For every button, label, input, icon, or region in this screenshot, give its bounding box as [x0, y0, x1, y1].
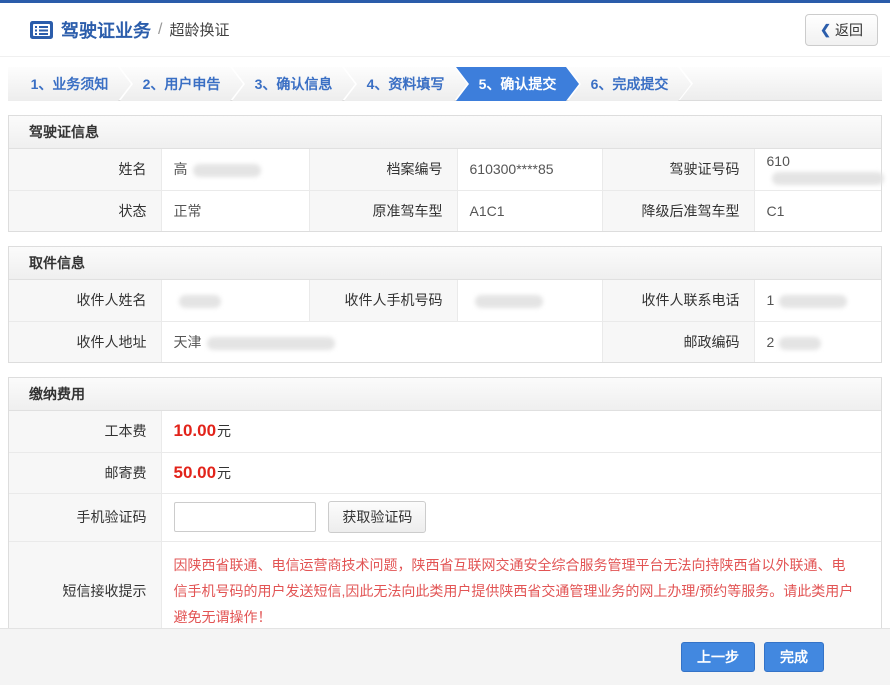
- field-label-sms-notice: 短信接收提示: [9, 541, 161, 640]
- steps-filler: [680, 67, 882, 100]
- sms-notice-text: 因陕西省联通、电信运营商技术问题，陕西省互联网交通安全综合服务管理平台无法向持陕…: [161, 541, 881, 640]
- table-row: 收件人姓名 收件人手机号码 收件人联系电话 1: [9, 280, 881, 321]
- value-text: 610300****85: [470, 161, 554, 177]
- table-row: 姓名 高 档案编号 610300****85 驾驶证号码 610: [9, 149, 881, 190]
- value-text: 天津: [174, 334, 202, 350]
- field-label-downgraded-class: 降级后准驾车型: [602, 190, 754, 231]
- footer-bar: 上一步 完成: [0, 628, 890, 685]
- fee-amount: 50.00: [174, 463, 217, 482]
- value-text: A1C1: [470, 203, 505, 219]
- previous-step-button[interactable]: 上一步: [681, 642, 755, 672]
- table-row: 收件人地址 天津 邮政编码 2: [9, 321, 881, 362]
- field-label-license-number: 驾驶证号码: [602, 149, 754, 190]
- field-value-recipient-name: [161, 280, 309, 321]
- field-value-postage-fee: 50.00元: [161, 452, 881, 493]
- value-text: 2: [767, 334, 775, 350]
- step-tab-6[interactable]: 6、完成提交: [568, 67, 691, 101]
- fee-unit: 元: [217, 465, 231, 481]
- field-label-postal-code: 邮政编码: [602, 321, 754, 362]
- redacted-value: [772, 172, 884, 185]
- field-value-recipient-phone: 1: [754, 280, 881, 321]
- redacted-value: [207, 337, 335, 350]
- sms-code-input[interactable]: [174, 502, 316, 532]
- step-tab-4[interactable]: 4、资料填写: [344, 67, 467, 101]
- field-value-recipient-mobile: [457, 280, 602, 321]
- redacted-value: [179, 295, 221, 308]
- table-row: 状态 正常 原准驾车型 A1C1 降级后准驾车型 C1: [9, 190, 881, 231]
- section-title-fees: 缴纳费用: [9, 378, 881, 411]
- step-tab-2[interactable]: 2、用户申告: [120, 67, 243, 101]
- redacted-value: [779, 295, 847, 308]
- field-label-recipient-phone: 收件人联系电话: [602, 280, 754, 321]
- section-title-pickup: 取件信息: [9, 247, 881, 280]
- fees-table: 工本费 10.00元 邮寄费 50.00元 手机验证码 获取验证码 短信接收提示…: [9, 411, 881, 640]
- field-label-status: 状态: [9, 190, 161, 231]
- redacted-value: [193, 164, 261, 177]
- back-button-label: 返回: [835, 20, 863, 40]
- page-subtitle: 超龄换证: [169, 19, 229, 40]
- field-label-recipient-name: 收件人姓名: [9, 280, 161, 321]
- get-sms-code-button[interactable]: 获取验证码: [328, 501, 426, 533]
- value-text: 1: [767, 292, 775, 308]
- field-label-postage-fee: 邮寄费: [9, 452, 161, 493]
- section-fees: 缴纳费用 工本费 10.00元 邮寄费 50.00元 手机验证码 获取验证码 短…: [8, 377, 882, 641]
- table-row: 手机验证码 获取验证码: [9, 493, 881, 541]
- field-label-sms-code: 手机验证码: [9, 493, 161, 541]
- section-license-info: 驾驶证信息 姓名 高 档案编号 610300****85 驾驶证号码 610 状…: [8, 115, 882, 232]
- field-sms-code: 获取验证码: [161, 493, 881, 541]
- field-value-status: 正常: [161, 190, 309, 231]
- table-row: 短信接收提示 因陕西省联通、电信运营商技术问题，陕西省互联网交通安全综合服务管理…: [9, 541, 881, 640]
- step-tab-1[interactable]: 1、业务须知: [8, 67, 131, 101]
- field-value-recipient-address: 天津: [161, 321, 602, 362]
- fee-amount: 10.00: [174, 421, 217, 440]
- step-progress-bar: 1、业务须知 2、用户申告 3、确认信息 4、资料填写 5、确认提交 6、完成提…: [8, 67, 882, 101]
- field-value-production-fee: 10.00元: [161, 411, 881, 452]
- field-value-file-number: 610300****85: [457, 149, 602, 190]
- field-label-recipient-address: 收件人地址: [9, 321, 161, 362]
- step-tab-5-active[interactable]: 5、确认提交: [456, 67, 579, 101]
- value-text: C1: [767, 203, 785, 219]
- redacted-value: [779, 337, 821, 350]
- field-value-name: 高: [161, 149, 309, 190]
- field-value-postal-code: 2: [754, 321, 881, 362]
- redacted-value: [475, 295, 543, 308]
- table-row: 邮寄费 50.00元: [9, 452, 881, 493]
- chevron-left-icon: ❮: [820, 22, 831, 38]
- field-value-license-number: 610: [754, 149, 881, 190]
- section-pickup-info: 取件信息 收件人姓名 收件人手机号码 收件人联系电话 1 收件人地址 天津 邮政…: [8, 246, 882, 363]
- value-text: 正常: [174, 203, 202, 219]
- table-row: 工本费 10.00元: [9, 411, 881, 452]
- field-value-downgraded-class: C1: [754, 190, 881, 231]
- fee-unit: 元: [217, 423, 231, 439]
- field-label-name: 姓名: [9, 149, 161, 190]
- field-label-production-fee: 工本费: [9, 411, 161, 452]
- field-label-original-class: 原准驾车型: [309, 190, 457, 231]
- section-title-license: 驾驶证信息: [9, 116, 881, 149]
- license-list-icon: [30, 21, 53, 39]
- field-label-file-number: 档案编号: [309, 149, 457, 190]
- value-text: 高: [174, 161, 188, 177]
- field-label-recipient-mobile: 收件人手机号码: [309, 280, 457, 321]
- back-button[interactable]: ❮ 返回: [805, 14, 878, 46]
- license-info-table: 姓名 高 档案编号 610300****85 驾驶证号码 610 状态 正常 原…: [9, 149, 881, 231]
- page-title: 驾驶证业务: [61, 17, 151, 43]
- field-value-original-class: A1C1: [457, 190, 602, 231]
- page-header: 驾驶证业务 / 超龄换证 ❮ 返回: [0, 3, 890, 57]
- step-tab-3[interactable]: 3、确认信息: [232, 67, 355, 101]
- pickup-info-table: 收件人姓名 收件人手机号码 收件人联系电话 1 收件人地址 天津 邮政编码 2: [9, 280, 881, 362]
- value-text: 610: [767, 153, 790, 169]
- breadcrumb-separator: /: [158, 21, 162, 39]
- finish-button[interactable]: 完成: [764, 642, 824, 672]
